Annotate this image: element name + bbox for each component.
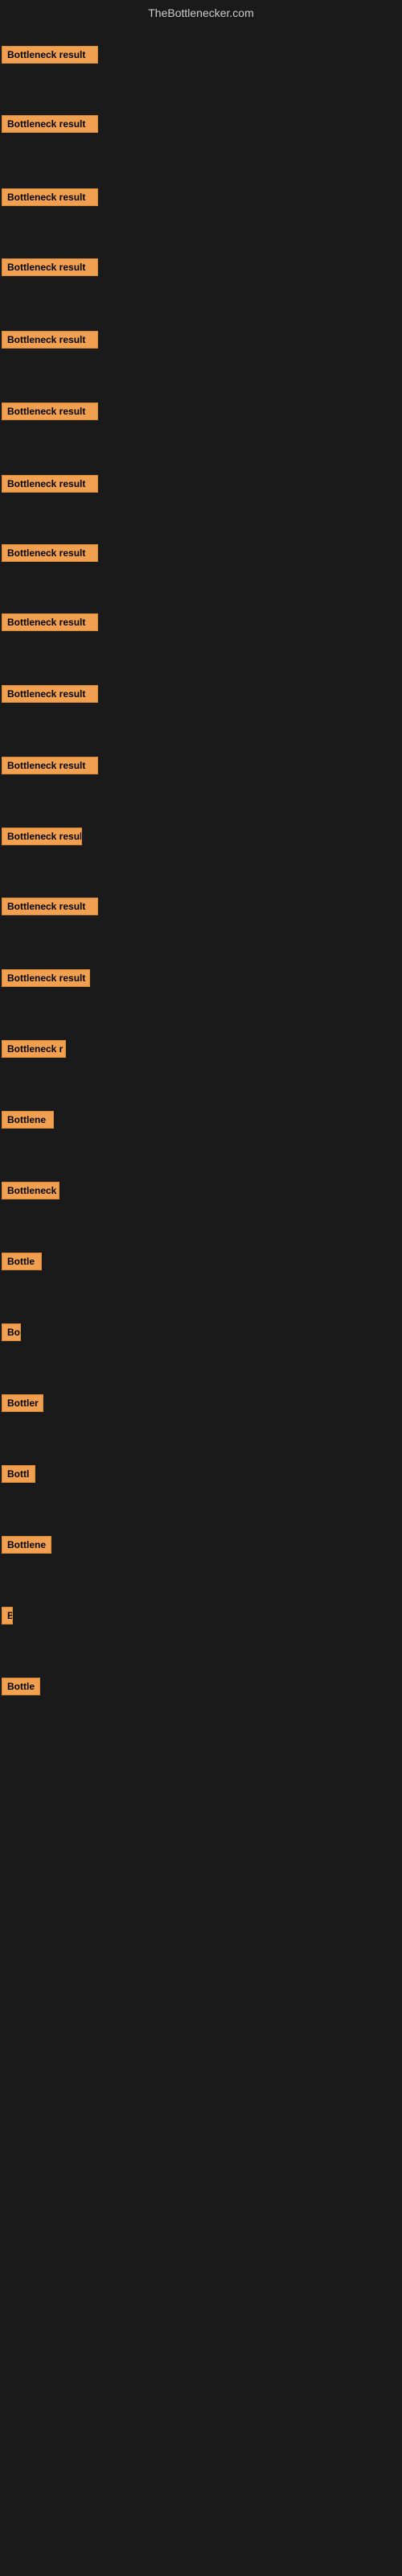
bottleneck-badge-13[interactable]: Bottleneck result: [2, 898, 98, 915]
bottleneck-badge-6[interactable]: Bottleneck result: [2, 402, 98, 420]
bottleneck-badge-3[interactable]: Bottleneck result: [2, 188, 98, 206]
bottleneck-badge-2[interactable]: Bottleneck result: [2, 115, 98, 133]
bottleneck-badge-1[interactable]: Bottleneck result: [2, 46, 98, 64]
bottleneck-badge-23[interactable]: B: [2, 1607, 13, 1624]
bottleneck-badge-7[interactable]: Bottleneck result: [2, 475, 98, 493]
bottleneck-badge-12[interactable]: Bottleneck result: [2, 828, 82, 845]
bottleneck-badge-17[interactable]: Bottleneck: [2, 1182, 59, 1199]
bottleneck-badge-10[interactable]: Bottleneck result: [2, 685, 98, 703]
bottleneck-badge-18[interactable]: Bottle: [2, 1253, 42, 1270]
bottleneck-badge-22[interactable]: Bottlene: [2, 1536, 51, 1554]
bottleneck-badge-11[interactable]: Bottleneck result: [2, 757, 98, 774]
bottleneck-badge-4[interactable]: Bottleneck result: [2, 258, 98, 276]
bottleneck-badge-8[interactable]: Bottleneck result: [2, 544, 98, 562]
page-container: TheBottlenecker.com Bottleneck result Bot…: [0, 0, 402, 2576]
site-title: TheBottlenecker.com: [0, 0, 402, 23]
bottleneck-badge-14[interactable]: Bottleneck result: [2, 969, 90, 987]
bottleneck-badge-19[interactable]: Bo: [2, 1323, 21, 1341]
bottleneck-badge-15[interactable]: Bottleneck r: [2, 1040, 66, 1058]
bottleneck-badge-21[interactable]: Bottl: [2, 1465, 35, 1483]
bottleneck-badge-24[interactable]: Bottle: [2, 1678, 40, 1695]
bottleneck-badge-5[interactable]: Bottleneck result: [2, 331, 98, 349]
bottleneck-badge-9[interactable]: Bottleneck result: [2, 613, 98, 631]
bottleneck-badge-20[interactable]: Bottler: [2, 1394, 43, 1412]
bottleneck-badge-16[interactable]: Bottlene: [2, 1111, 54, 1129]
